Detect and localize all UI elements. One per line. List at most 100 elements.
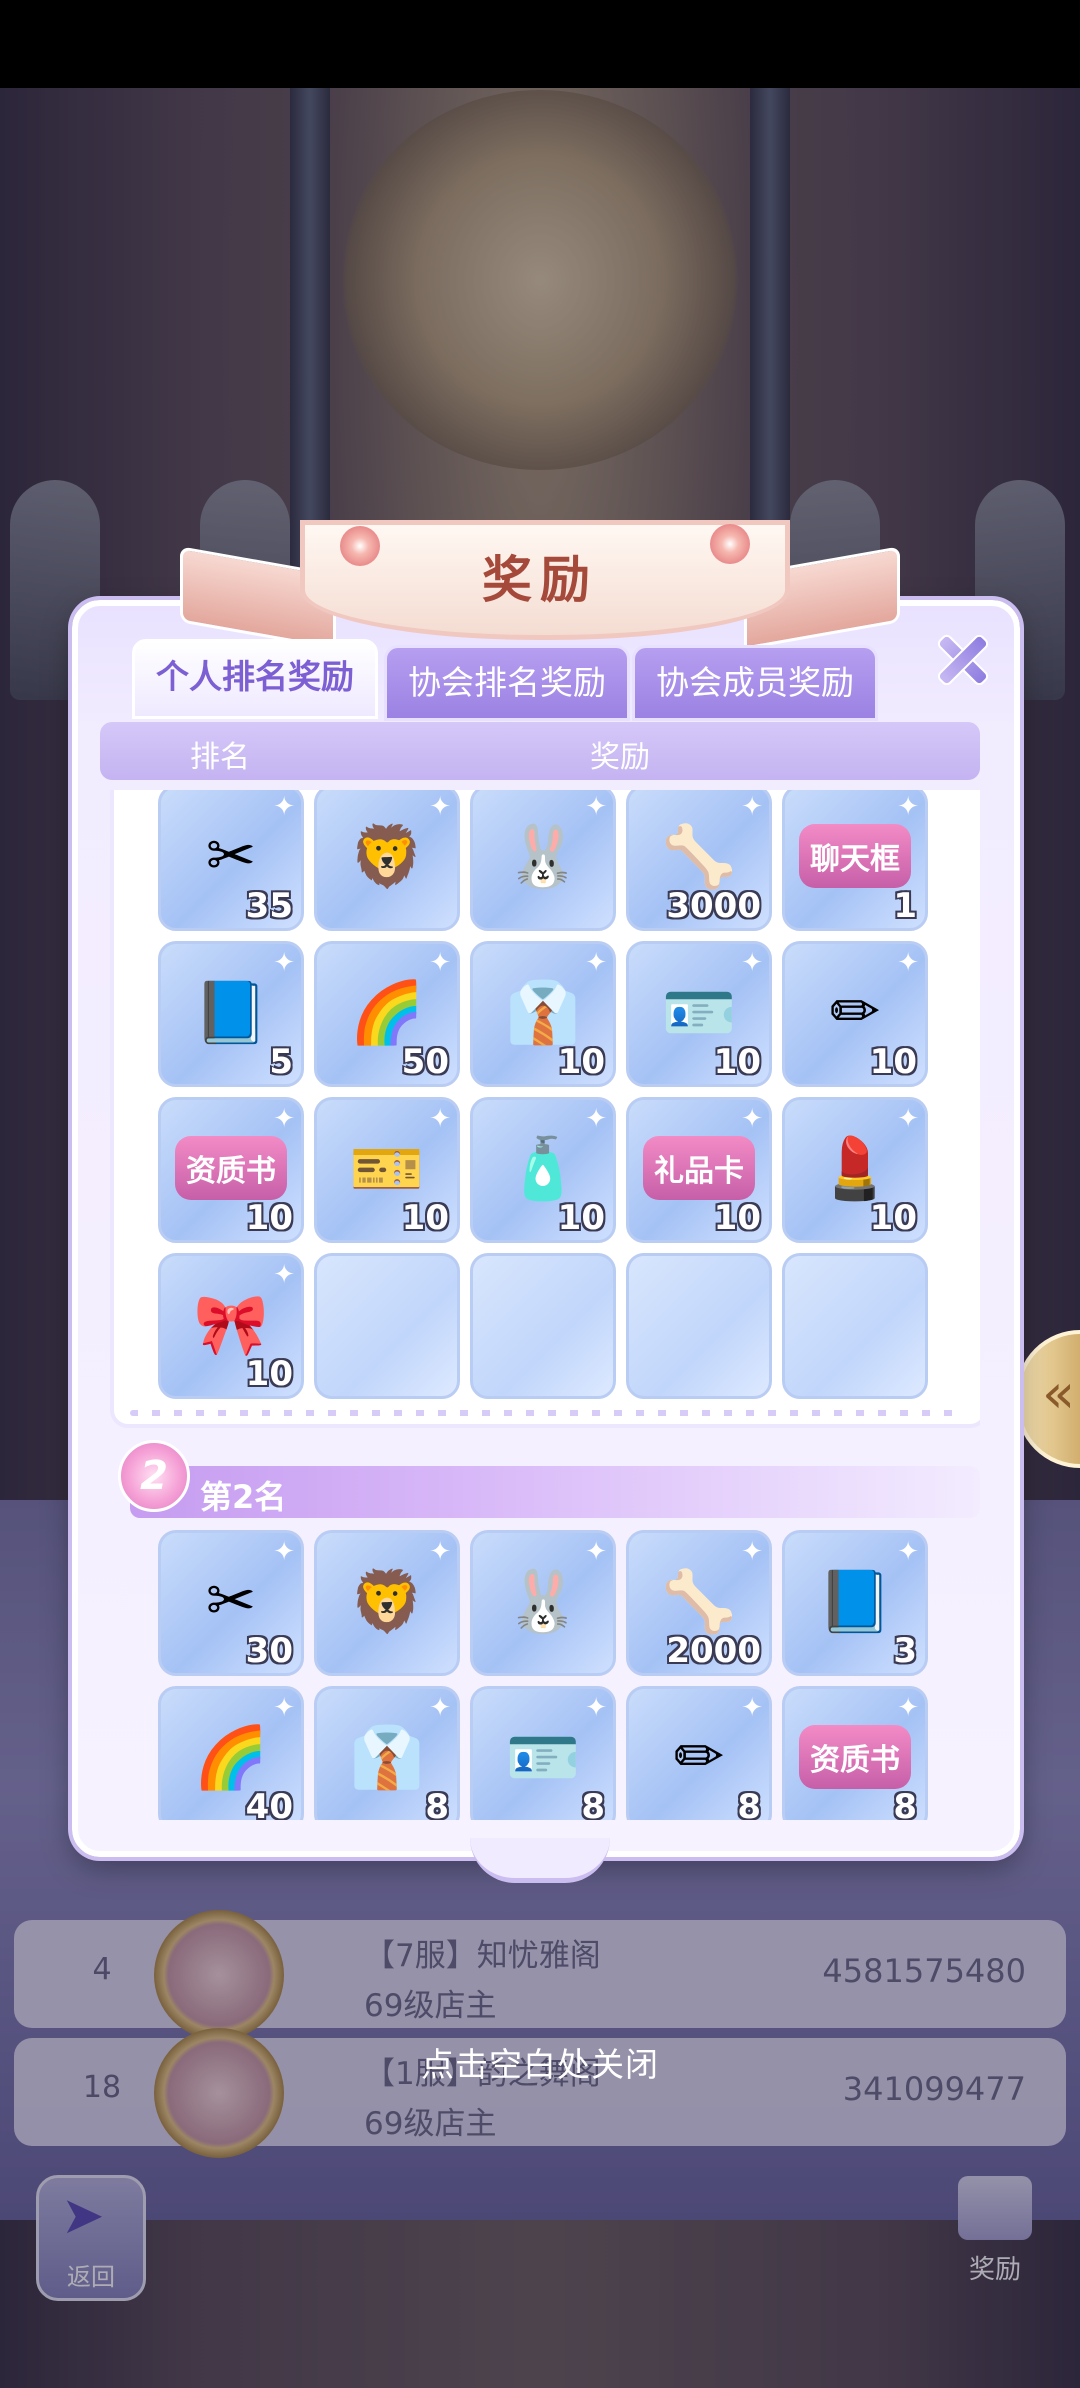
rank-medal-icon: 2: [118, 1440, 190, 1512]
rank2-label: 第2名: [200, 1478, 287, 1516]
sparkle-icon: ✦: [585, 1104, 607, 1134]
item-quantity: 10: [869, 1198, 917, 1238]
sparkle-icon: ✦: [585, 1693, 607, 1723]
item-quantity: 3000: [666, 886, 761, 926]
item-quantity: 30: [245, 1631, 293, 1671]
sparkle-icon: ✦: [585, 1537, 607, 1567]
title-banner: 奖励: [180, 520, 900, 650]
reward-slot[interactable]: 🐰 ✦: [470, 790, 616, 931]
header-reward: 奖励: [590, 740, 650, 775]
panel-divider: [130, 1410, 960, 1416]
qualification-book-icon: 资质书: [175, 1136, 287, 1200]
double-chevron-left-icon: «: [1042, 1362, 1076, 1425]
reward-slot[interactable]: 🎫 ✦ 10: [314, 1097, 460, 1243]
item-quantity: 50: [401, 1042, 449, 1082]
reward-slot[interactable]: 🐰 ✦: [470, 1530, 616, 1676]
sparkle-icon: ✦: [429, 1537, 451, 1567]
reward-slot[interactable]: 🦴 ✦ 2000: [626, 1530, 772, 1676]
sparkle-icon: ✦: [273, 1693, 295, 1723]
reward-slot[interactable]: 👔 ✦ 8: [314, 1686, 460, 1820]
sparkle-icon: ✦: [429, 792, 451, 822]
reward-slot[interactable]: 🌈 ✦ 50: [314, 941, 460, 1087]
item-quantity: 40: [245, 1787, 293, 1820]
sparkle-icon: ✦: [741, 1693, 763, 1723]
sparkle-icon: ✦: [897, 792, 919, 822]
dialog-title: 奖励: [482, 551, 598, 609]
reward-slot[interactable]: 🦴 ✦ 3000: [626, 790, 772, 931]
item-quantity: 10: [869, 1042, 917, 1082]
rank1-reward-grid: ✂ ✦ 35 🦁 ✦ 🐰 ✦ 🦴 ✦ 3000 聊天框 ✦ 1 📘 ✦ 5 🌈 ✦ 50 👔 ✦ 10 🪪 ✦ 10 ✏ ✦ 10 资质…: [158, 790, 928, 1399]
reward-slot[interactable]: 📘 ✦ 5: [158, 941, 304, 1087]
item-quantity: 8: [737, 1787, 761, 1820]
sparkle-icon: ✦: [429, 1693, 451, 1723]
reward-slot[interactable]: 🦁 ✦: [314, 1530, 460, 1676]
gift-card-icon: 礼品卡: [643, 1136, 755, 1200]
item-quantity: 5: [269, 1042, 293, 1082]
reward-slot[interactable]: 聊天框 ✦ 1: [782, 790, 928, 931]
sparkle-icon: ✦: [273, 1260, 295, 1290]
reward-slot[interactable]: 资质书 ✦ 8: [782, 1686, 928, 1820]
reward-slot[interactable]: ✂ ✦ 30: [158, 1530, 304, 1676]
item-quantity: 3: [893, 1631, 917, 1671]
item-quantity: 10: [245, 1354, 293, 1394]
rank2-header: 2 第2名: [110, 1440, 980, 1520]
item-quantity: 10: [713, 1198, 761, 1238]
tab-guild-member[interactable]: 协会成员奖励: [632, 645, 878, 721]
reward-scroll-area[interactable]: ✂ ✦ 35 🦁 ✦ 🐰 ✦ 🦴 ✦ 3000 聊天框 ✦ 1 📘 ✦ 5 🌈 ✦ 50 👔 ✦ 10 🪪 ✦ 10 ✏ ✦ 10 资质…: [110, 790, 980, 1820]
reward-slot[interactable]: ✏ ✦ 10: [782, 941, 928, 1087]
item-quantity: 10: [557, 1042, 605, 1082]
reward-slot[interactable]: 👔 ✦ 10: [470, 941, 616, 1087]
sparkle-icon: ✦: [273, 1537, 295, 1567]
reward-slot[interactable]: 💄 ✦ 10: [782, 1097, 928, 1243]
reward-slot[interactable]: 🪪 ✦ 10: [626, 941, 772, 1087]
empty-slot: [626, 1253, 772, 1399]
table-header: 排名 奖励: [100, 722, 980, 780]
item-quantity: 10: [713, 1042, 761, 1082]
reward-slot[interactable]: ✏ ✦ 8: [626, 1686, 772, 1820]
chat-bubble-icon: 聊天框: [799, 824, 911, 888]
empty-slot: [314, 1253, 460, 1399]
sparkle-icon: ✦: [585, 792, 607, 822]
sparkle-icon: ✦: [741, 792, 763, 822]
sparkle-icon: ✦: [429, 948, 451, 978]
item-quantity: 35: [245, 886, 293, 926]
reward-slot[interactable]: 资质书 ✦ 10: [158, 1097, 304, 1243]
sparkle-icon: ✦: [741, 1537, 763, 1567]
reward-slot[interactable]: 🧴 ✦ 10: [470, 1097, 616, 1243]
reward-slot[interactable]: 🎀 ✦ 10: [158, 1253, 304, 1399]
lion-icon: 🦁: [349, 1566, 425, 1637]
qualification-book-icon: 资质书: [799, 1725, 911, 1789]
sparkle-icon: ✦: [741, 948, 763, 978]
bunny-icon: 🐰: [505, 1566, 581, 1637]
sparkle-icon: ✦: [429, 1104, 451, 1134]
header-rank: 排名: [190, 740, 250, 775]
sparkle-icon: ✦: [897, 1537, 919, 1567]
item-quantity: 1: [893, 886, 917, 926]
status-bar: [0, 0, 1080, 88]
reward-slot[interactable]: 礼品卡 ✦ 10: [626, 1097, 772, 1243]
sparkle-icon: ✦: [897, 948, 919, 978]
close-hint: 点击空白处关闭: [421, 2045, 659, 2084]
item-quantity: 8: [581, 1787, 605, 1820]
tab-guild-rank[interactable]: 协会排名奖励: [384, 645, 630, 721]
item-quantity: 10: [401, 1198, 449, 1238]
item-quantity: 8: [425, 1787, 449, 1820]
sparkle-icon: ✦: [897, 1104, 919, 1134]
sparkle-icon: ✦: [273, 1104, 295, 1134]
reward-slot[interactable]: 🪪 ✦ 8: [470, 1686, 616, 1820]
empty-slot: [782, 1253, 928, 1399]
reward-slot[interactable]: 🦁 ✦: [314, 790, 460, 931]
sparkle-icon: ✦: [273, 792, 295, 822]
empty-slot: [470, 1253, 616, 1399]
tab-personal-rank[interactable]: 个人排名奖励: [132, 639, 378, 719]
item-quantity: 10: [245, 1198, 293, 1238]
rank2-reward-grid: ✂ ✦ 30 🦁 ✦ 🐰 ✦ 🦴 ✦ 2000 📘 ✦ 3 🌈 ✦ 40 👔 ✦ 8 🪪 ✦ 8 ✏ ✦ 8 资质书 ✦ 8: [158, 1530, 928, 1820]
sparkle-icon: ✦: [273, 948, 295, 978]
lion-icon: 🦁: [349, 821, 425, 892]
bunny-icon: 🐰: [505, 821, 581, 892]
reward-slot[interactable]: 📘 ✦ 3: [782, 1530, 928, 1676]
reward-slot[interactable]: 🌈 ✦ 40: [158, 1686, 304, 1820]
reward-slot[interactable]: ✂ ✦ 35: [158, 790, 304, 931]
item-quantity: 8: [893, 1787, 917, 1820]
close-button[interactable]: [924, 620, 998, 694]
